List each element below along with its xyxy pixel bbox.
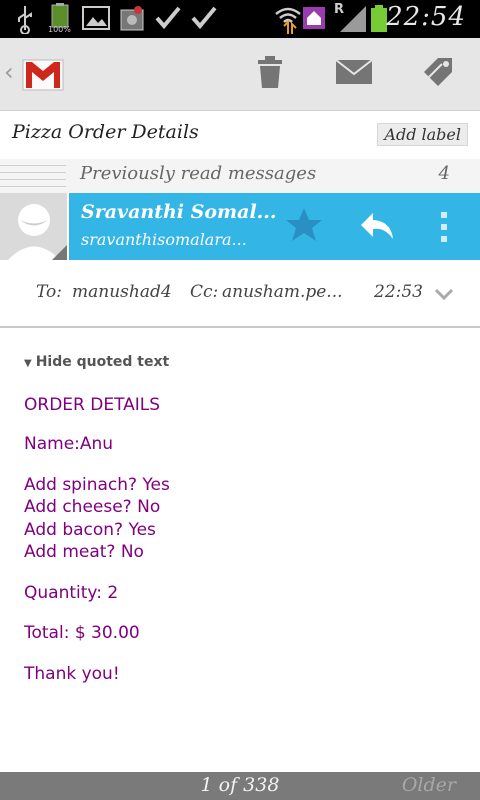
to-label: To: — [36, 282, 62, 302]
battery-percent: 100% — [48, 25, 71, 34]
add-label-button[interactable]: Add label — [377, 123, 468, 146]
gmail-logo — [20, 50, 66, 100]
app-icon — [118, 4, 146, 36]
cc-label: Cc: — [190, 282, 219, 302]
previously-read-count: 4 — [438, 163, 450, 184]
order-total: Total: $ 30.00 — [24, 623, 140, 643]
order-spinach: Add spinach? Yes — [24, 475, 170, 495]
trash-icon — [256, 54, 284, 94]
usb-icon — [14, 4, 36, 38]
label-icon — [420, 54, 456, 94]
order-meat: Add meat? No — [24, 542, 144, 562]
check-icon — [154, 4, 182, 36]
mark-unread-button[interactable] — [324, 38, 384, 110]
check-icon — [190, 4, 218, 36]
order-name: Name:Anu — [24, 434, 114, 454]
order-quantity: Quantity: 2 — [24, 583, 119, 603]
order-title: ORDER DETAILS — [24, 395, 161, 415]
to-value: manushad4 — [72, 282, 172, 302]
delete-button[interactable] — [240, 38, 300, 110]
recipients-row[interactable]: To: manushad4 Cc: anusham.pe... 22:53 — [0, 260, 480, 328]
chevron-down-icon[interactable] — [434, 286, 454, 305]
up-navigation-button[interactable]: ‹ — [0, 38, 72, 110]
order-thanks: Thank you! — [24, 664, 120, 684]
message-header: Sravanthi Somal... sravanthisomalara... — [0, 193, 480, 260]
triangle-down-icon: ▼ — [24, 358, 32, 369]
action-bar: ‹ — [0, 38, 480, 111]
signal-icon — [338, 6, 368, 36]
sender-name: Sravanthi Somal... — [81, 201, 277, 223]
status-bar: 100% R 22:54 — [0, 0, 480, 38]
bottom-navigation-bar: 1 of 338 Older — [0, 772, 480, 800]
hide-quoted-label: Hide quoted text — [35, 354, 170, 370]
envelope-icon — [335, 58, 373, 90]
order-bacon: Add bacon? Yes — [24, 520, 156, 540]
reply-icon[interactable] — [359, 211, 395, 245]
message-time: 22:53 — [374, 282, 423, 302]
cc-value: anusham.pe... — [222, 282, 343, 302]
star-icon[interactable] — [285, 207, 323, 247]
gallery-icon — [82, 4, 110, 36]
home-icon — [302, 4, 326, 36]
wifi-icon — [274, 4, 302, 38]
overflow-menu-icon[interactable] — [439, 211, 449, 247]
hide-quoted-text-link[interactable]: ▼ Hide quoted text — [24, 354, 169, 370]
stacked-messages-indicator — [0, 159, 66, 193]
order-cheese: Add cheese? No — [24, 497, 161, 517]
previously-read-label: Previously read messages — [80, 163, 317, 184]
subject-title: Pizza Order Details — [12, 121, 199, 143]
labels-button[interactable] — [408, 38, 468, 110]
sender-email: sravanthisomalara... — [81, 230, 247, 249]
chevron-left-icon: ‹ — [4, 58, 14, 86]
older-button[interactable]: Older — [402, 774, 456, 796]
sender-bar[interactable]: Sravanthi Somal... sravanthisomalara... — [69, 193, 480, 260]
avatar[interactable] — [0, 193, 67, 260]
previously-read-messages[interactable]: Previously read messages 4 — [0, 159, 480, 194]
subject-row: Pizza Order Details Add label — [0, 111, 480, 160]
clock: 22:54 — [386, 2, 466, 32]
